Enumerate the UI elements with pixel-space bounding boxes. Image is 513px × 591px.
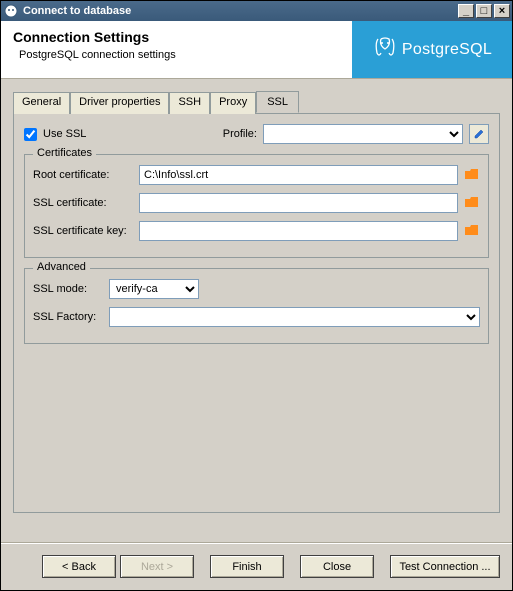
profile-label: Profile:: [223, 128, 257, 140]
tab-panel-ssl: Use SSL Profile: Certificates Root certi…: [13, 113, 500, 513]
tab-ssl[interactable]: SSL: [256, 91, 299, 113]
title-bar: Connect to database _ □ ×: [0, 0, 513, 21]
ssl-key-browse-button[interactable]: [464, 223, 480, 239]
ssl-cert-browse-button[interactable]: [464, 195, 480, 211]
ssl-cert-label: SSL certificate:: [33, 197, 133, 209]
folder-icon: [465, 225, 479, 237]
tab-driver-properties[interactable]: Driver properties: [70, 92, 169, 114]
certificates-group: Certificates Root certificate: SSL certi…: [24, 154, 489, 258]
edit-profile-button[interactable]: [469, 124, 489, 144]
close-window-button[interactable]: ×: [494, 4, 510, 18]
minimize-button[interactable]: _: [458, 4, 474, 18]
folder-icon: [465, 197, 479, 209]
certificates-legend: Certificates: [33, 147, 96, 159]
next-button[interactable]: Next >: [120, 555, 194, 578]
pencil-icon: [473, 128, 485, 140]
close-button[interactable]: Close: [300, 555, 374, 578]
app-icon: [3, 3, 19, 19]
tab-proxy[interactable]: Proxy: [210, 92, 256, 114]
folder-icon: [465, 169, 479, 181]
ssl-key-label: SSL certificate key:: [33, 225, 133, 237]
ssl-key-input[interactable]: [139, 221, 458, 241]
tab-general[interactable]: General: [13, 92, 70, 114]
use-ssl-checkbox[interactable]: [24, 128, 37, 141]
profile-select[interactable]: [263, 124, 463, 144]
tab-ssh[interactable]: SSH: [169, 92, 210, 114]
page-subtitle: PostgreSQL connection settings: [13, 49, 340, 61]
root-cert-browse-button[interactable]: [464, 167, 480, 183]
brand-text: PostgreSQL: [402, 41, 492, 59]
root-cert-input[interactable]: [139, 165, 458, 185]
ssl-factory-select[interactable]: [109, 307, 480, 327]
root-cert-label: Root certificate:: [33, 169, 133, 181]
test-connection-button[interactable]: Test Connection ...: [390, 555, 500, 578]
postgresql-icon: [372, 35, 398, 64]
ssl-mode-select[interactable]: verify-ca: [109, 279, 199, 299]
advanced-legend: Advanced: [33, 261, 90, 273]
tab-strip: General Driver properties SSH Proxy SSL: [1, 79, 512, 113]
ssl-mode-label: SSL mode:: [33, 283, 103, 295]
back-button[interactable]: < Back: [42, 555, 116, 578]
brand-banner: PostgreSQL: [352, 21, 512, 78]
window-title: Connect to database: [23, 5, 131, 17]
header: Connection Settings PostgreSQL connectio…: [1, 21, 512, 79]
page-title: Connection Settings: [13, 29, 340, 45]
maximize-button[interactable]: □: [476, 4, 492, 18]
footer: < Back Next > Finish Close Test Connecti…: [1, 542, 512, 590]
use-ssl-label: Use SSL: [43, 128, 86, 140]
ssl-factory-label: SSL Factory:: [33, 311, 103, 323]
finish-button[interactable]: Finish: [210, 555, 284, 578]
ssl-cert-input[interactable]: [139, 193, 458, 213]
advanced-group: Advanced SSL mode: verify-ca SSL Factory…: [24, 268, 489, 344]
